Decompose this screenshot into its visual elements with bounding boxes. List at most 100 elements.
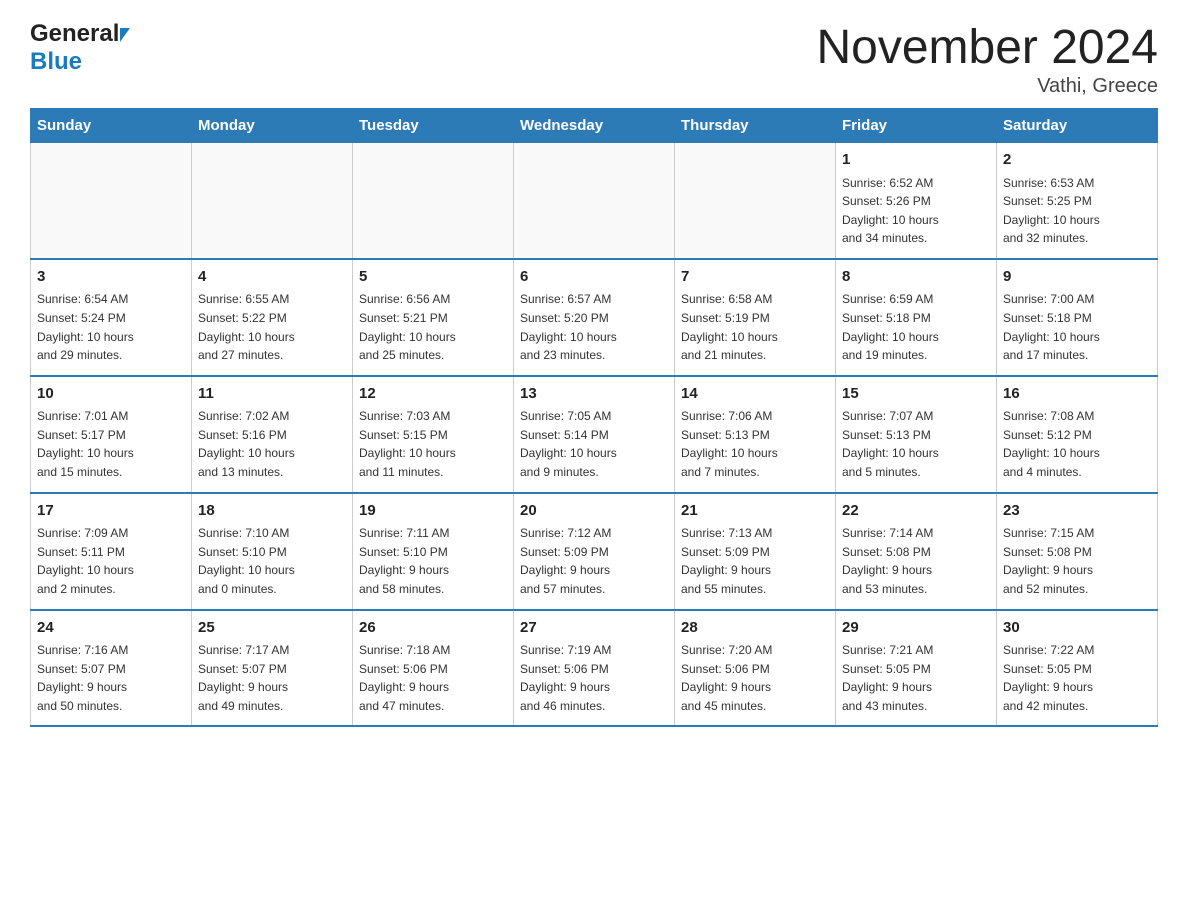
page-header: General Blue November 2024 Vathi, Greece <box>30 20 1158 98</box>
calendar-cell <box>192 143 353 259</box>
day-info: Sunrise: 7:11 AM Sunset: 5:10 PM Dayligh… <box>359 524 507 598</box>
day-number: 10 <box>37 383 185 406</box>
day-number: 8 <box>842 266 990 289</box>
calendar-cell: 23Sunrise: 7:15 AM Sunset: 5:08 PM Dayli… <box>997 493 1158 610</box>
calendar-cell: 8Sunrise: 6:59 AM Sunset: 5:18 PM Daylig… <box>836 259 997 376</box>
day-number: 24 <box>37 617 185 640</box>
weekday-header-saturday: Saturday <box>997 109 1158 143</box>
day-number: 28 <box>681 617 829 640</box>
calendar-cell: 22Sunrise: 7:14 AM Sunset: 5:08 PM Dayli… <box>836 493 997 610</box>
calendar-cell: 28Sunrise: 7:20 AM Sunset: 5:06 PM Dayli… <box>675 610 836 727</box>
calendar-cell: 21Sunrise: 7:13 AM Sunset: 5:09 PM Dayli… <box>675 493 836 610</box>
day-info: Sunrise: 7:01 AM Sunset: 5:17 PM Dayligh… <box>37 407 185 481</box>
day-info: Sunrise: 7:20 AM Sunset: 5:06 PM Dayligh… <box>681 641 829 715</box>
logo-general-text: General <box>30 20 130 48</box>
day-info: Sunrise: 7:07 AM Sunset: 5:13 PM Dayligh… <box>842 407 990 481</box>
day-info: Sunrise: 7:14 AM Sunset: 5:08 PM Dayligh… <box>842 524 990 598</box>
day-number: 18 <box>198 500 346 523</box>
day-number: 19 <box>359 500 507 523</box>
day-number: 4 <box>198 266 346 289</box>
day-number: 1 <box>842 149 990 172</box>
week-row-1: 3Sunrise: 6:54 AM Sunset: 5:24 PM Daylig… <box>31 259 1158 376</box>
day-info: Sunrise: 7:00 AM Sunset: 5:18 PM Dayligh… <box>1003 290 1151 364</box>
calendar-cell <box>31 143 192 259</box>
calendar-cell: 3Sunrise: 6:54 AM Sunset: 5:24 PM Daylig… <box>31 259 192 376</box>
day-number: 13 <box>520 383 668 406</box>
day-number: 29 <box>842 617 990 640</box>
day-number: 25 <box>198 617 346 640</box>
weekday-header-thursday: Thursday <box>675 109 836 143</box>
day-number: 7 <box>681 266 829 289</box>
calendar-cell: 6Sunrise: 6:57 AM Sunset: 5:20 PM Daylig… <box>514 259 675 376</box>
day-info: Sunrise: 7:02 AM Sunset: 5:16 PM Dayligh… <box>198 407 346 481</box>
calendar-cell: 30Sunrise: 7:22 AM Sunset: 5:05 PM Dayli… <box>997 610 1158 727</box>
calendar-cell: 1Sunrise: 6:52 AM Sunset: 5:26 PM Daylig… <box>836 143 997 259</box>
day-info: Sunrise: 7:16 AM Sunset: 5:07 PM Dayligh… <box>37 641 185 715</box>
calendar-cell: 11Sunrise: 7:02 AM Sunset: 5:16 PM Dayli… <box>192 376 353 493</box>
calendar-cell: 9Sunrise: 7:00 AM Sunset: 5:18 PM Daylig… <box>997 259 1158 376</box>
location: Vathi, Greece <box>816 75 1158 98</box>
calendar-cell: 19Sunrise: 7:11 AM Sunset: 5:10 PM Dayli… <box>353 493 514 610</box>
day-number: 22 <box>842 500 990 523</box>
day-info: Sunrise: 6:53 AM Sunset: 5:25 PM Dayligh… <box>1003 174 1151 248</box>
calendar-cell: 17Sunrise: 7:09 AM Sunset: 5:11 PM Dayli… <box>31 493 192 610</box>
week-row-4: 24Sunrise: 7:16 AM Sunset: 5:07 PM Dayli… <box>31 610 1158 727</box>
calendar-cell: 14Sunrise: 7:06 AM Sunset: 5:13 PM Dayli… <box>675 376 836 493</box>
calendar-cell: 10Sunrise: 7:01 AM Sunset: 5:17 PM Dayli… <box>31 376 192 493</box>
calendar-cell: 27Sunrise: 7:19 AM Sunset: 5:06 PM Dayli… <box>514 610 675 727</box>
week-row-0: 1Sunrise: 6:52 AM Sunset: 5:26 PM Daylig… <box>31 143 1158 259</box>
calendar-cell: 4Sunrise: 6:55 AM Sunset: 5:22 PM Daylig… <box>192 259 353 376</box>
day-info: Sunrise: 7:06 AM Sunset: 5:13 PM Dayligh… <box>681 407 829 481</box>
week-row-2: 10Sunrise: 7:01 AM Sunset: 5:17 PM Dayli… <box>31 376 1158 493</box>
calendar-cell: 7Sunrise: 6:58 AM Sunset: 5:19 PM Daylig… <box>675 259 836 376</box>
weekday-header-tuesday: Tuesday <box>353 109 514 143</box>
calendar-cell <box>675 143 836 259</box>
day-number: 21 <box>681 500 829 523</box>
day-info: Sunrise: 6:56 AM Sunset: 5:21 PM Dayligh… <box>359 290 507 364</box>
weekday-header-monday: Monday <box>192 109 353 143</box>
day-number: 14 <box>681 383 829 406</box>
day-number: 2 <box>1003 149 1151 172</box>
calendar-cell: 29Sunrise: 7:21 AM Sunset: 5:05 PM Dayli… <box>836 610 997 727</box>
day-number: 11 <box>198 383 346 406</box>
day-info: Sunrise: 6:57 AM Sunset: 5:20 PM Dayligh… <box>520 290 668 364</box>
weekday-header-sunday: Sunday <box>31 109 192 143</box>
calendar-cell <box>514 143 675 259</box>
calendar-cell: 5Sunrise: 6:56 AM Sunset: 5:21 PM Daylig… <box>353 259 514 376</box>
day-info: Sunrise: 7:13 AM Sunset: 5:09 PM Dayligh… <box>681 524 829 598</box>
day-info: Sunrise: 7:03 AM Sunset: 5:15 PM Dayligh… <box>359 407 507 481</box>
weekday-header-row: SundayMondayTuesdayWednesdayThursdayFrid… <box>31 109 1158 143</box>
day-number: 6 <box>520 266 668 289</box>
calendar-cell: 18Sunrise: 7:10 AM Sunset: 5:10 PM Dayli… <box>192 493 353 610</box>
day-info: Sunrise: 7:12 AM Sunset: 5:09 PM Dayligh… <box>520 524 668 598</box>
day-number: 27 <box>520 617 668 640</box>
day-number: 12 <box>359 383 507 406</box>
day-info: Sunrise: 7:05 AM Sunset: 5:14 PM Dayligh… <box>520 407 668 481</box>
weekday-header-wednesday: Wednesday <box>514 109 675 143</box>
calendar-cell: 2Sunrise: 6:53 AM Sunset: 5:25 PM Daylig… <box>997 143 1158 259</box>
day-info: Sunrise: 7:15 AM Sunset: 5:08 PM Dayligh… <box>1003 524 1151 598</box>
day-info: Sunrise: 7:08 AM Sunset: 5:12 PM Dayligh… <box>1003 407 1151 481</box>
weekday-header-friday: Friday <box>836 109 997 143</box>
day-info: Sunrise: 7:17 AM Sunset: 5:07 PM Dayligh… <box>198 641 346 715</box>
day-info: Sunrise: 7:18 AM Sunset: 5:06 PM Dayligh… <box>359 641 507 715</box>
day-number: 30 <box>1003 617 1151 640</box>
day-number: 9 <box>1003 266 1151 289</box>
day-info: Sunrise: 6:52 AM Sunset: 5:26 PM Dayligh… <box>842 174 990 248</box>
week-row-3: 17Sunrise: 7:09 AM Sunset: 5:11 PM Dayli… <box>31 493 1158 610</box>
day-number: 20 <box>520 500 668 523</box>
day-number: 3 <box>37 266 185 289</box>
day-number: 23 <box>1003 500 1151 523</box>
calendar-cell <box>353 143 514 259</box>
month-title: November 2024 <box>816 20 1158 75</box>
day-info: Sunrise: 7:21 AM Sunset: 5:05 PM Dayligh… <box>842 641 990 715</box>
calendar-cell: 26Sunrise: 7:18 AM Sunset: 5:06 PM Dayli… <box>353 610 514 727</box>
day-info: Sunrise: 6:59 AM Sunset: 5:18 PM Dayligh… <box>842 290 990 364</box>
day-info: Sunrise: 7:10 AM Sunset: 5:10 PM Dayligh… <box>198 524 346 598</box>
day-info: Sunrise: 7:09 AM Sunset: 5:11 PM Dayligh… <box>37 524 185 598</box>
calendar-cell: 15Sunrise: 7:07 AM Sunset: 5:13 PM Dayli… <box>836 376 997 493</box>
day-number: 17 <box>37 500 185 523</box>
logo-blue-text: Blue <box>30 48 82 76</box>
day-number: 16 <box>1003 383 1151 406</box>
day-info: Sunrise: 6:54 AM Sunset: 5:24 PM Dayligh… <box>37 290 185 364</box>
